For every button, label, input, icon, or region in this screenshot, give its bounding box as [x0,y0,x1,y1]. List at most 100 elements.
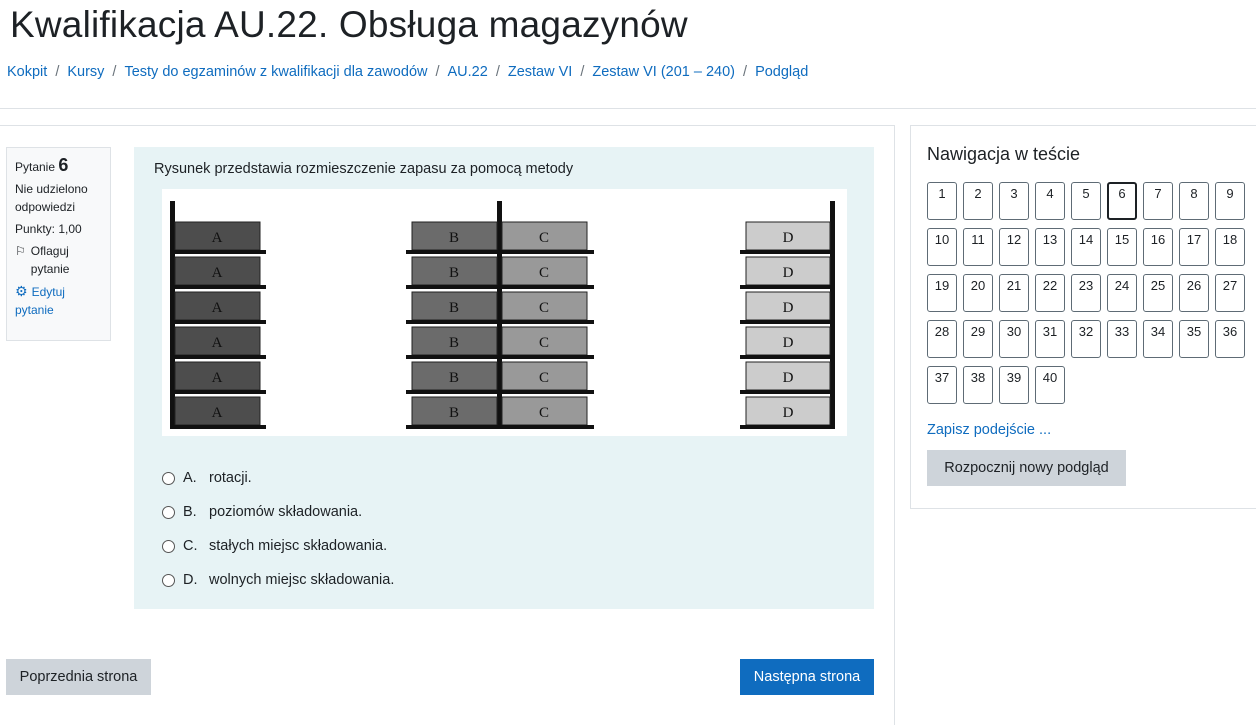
rack-a-post [170,201,175,429]
rack-b-label: B [449,230,459,246]
answer-option-d[interactable]: D. wolnych miejsc składowania. [162,563,394,597]
answer-radio-d[interactable] [162,573,175,587]
quiz-nav-button-15[interactable]: 15 [1107,228,1137,266]
rack-c-label: C [539,370,549,386]
answer-option-a[interactable]: A. rotacji. [162,461,394,495]
quiz-nav-button-37[interactable]: 37 [927,366,957,404]
rack-d-post [830,201,835,429]
finish-attempt-link[interactable]: Zapisz podejście ... [927,422,1051,438]
gear-icon: ⚙ [15,283,28,299]
question-number-label: Pytanie [15,160,56,174]
breadcrumb-separator: / [112,64,117,80]
rack-b-label: B [449,405,459,421]
breadcrumb-zestaw-vi[interactable]: Zestaw VI [508,64,572,80]
flag-question-link[interactable]: ⚐ Oflaguj pytanie [15,242,102,278]
breadcrumb-au22[interactable]: AU.22 [448,64,488,80]
quiz-nav-button-26[interactable]: 26 [1179,274,1209,312]
quiz-nav-button-25[interactable]: 25 [1143,274,1173,312]
rack-c-label: C [539,265,549,281]
question-points: Punkty: 1,00 [15,222,82,236]
quiz-nav-button-31[interactable]: 31 [1035,320,1065,358]
quiz-navigation-grid: 1 2 3 4 5 6 7 8 9 10 11 12 13 14 15 16 17 18 19 20 21 22 23 24 2… [927,182,1247,404]
quiz-nav-button-3[interactable]: 3 [999,182,1029,220]
quiz-nav-button-39[interactable]: 39 [999,366,1029,404]
quiz-nav-button-9[interactable]: 9 [1215,182,1245,220]
question-number-value: 6 [58,155,69,175]
answer-option-c[interactable]: C. stałych miejsc składowania. [162,529,394,563]
rack-d-shelf [740,425,835,429]
rack-d-shelf [740,390,835,394]
quiz-nav-button-19[interactable]: 19 [927,274,957,312]
quiz-nav-button-21[interactable]: 21 [999,274,1029,312]
previous-page-button[interactable]: Poprzednia strona [6,659,151,695]
quiz-nav-button-8[interactable]: 8 [1179,182,1209,220]
quiz-navigation-block: Nawigacja w teście 1 2 3 4 5 6 7 8 9 10 11 12 13 14 15… [910,125,1256,509]
quiz-nav-button-10[interactable]: 10 [927,228,957,266]
answer-letter: D. [183,572,198,588]
rack-bc-shelf [406,285,594,289]
rack-c-label: C [539,300,549,316]
answer-text: rotacji. [209,470,252,486]
rack-d-label: D [783,405,794,421]
quiz-nav-button-22[interactable]: 22 [1035,274,1065,312]
quiz-nav-button-34[interactable]: 34 [1143,320,1173,358]
breadcrumb-kursy[interactable]: Kursy [67,64,104,80]
quiz-nav-button-35[interactable]: 35 [1179,320,1209,358]
breadcrumb-testy[interactable]: Testy do egzaminów z kwalifikacji dla za… [124,64,427,80]
rack-d-shelf [740,355,835,359]
quiz-nav-button-16[interactable]: 16 [1143,228,1173,266]
rack-d-label: D [783,265,794,281]
rack-b-label: B [449,265,459,281]
quiz-nav-button-7[interactable]: 7 [1143,182,1173,220]
quiz-nav-button-12[interactable]: 12 [999,228,1029,266]
rack-a-shelf [170,285,266,289]
quiz-nav-button-17[interactable]: 17 [1179,228,1209,266]
edit-question-link[interactable]: ⚙ Edytuj pytanie [15,283,65,317]
quiz-nav-button-30[interactable]: 30 [999,320,1029,358]
page-title: Kwalifikacja AU.22. Obsługa magazynów [10,4,688,45]
quiz-nav-button-32[interactable]: 32 [1071,320,1101,358]
quiz-nav-button-14[interactable]: 14 [1071,228,1101,266]
quiz-nav-button-6[interactable]: 6 [1107,182,1137,220]
answer-text: wolnych miejsc składowania. [209,572,395,588]
quiz-nav-button-23[interactable]: 23 [1071,274,1101,312]
quiz-nav-button-27[interactable]: 27 [1215,274,1245,312]
quiz-nav-button-18[interactable]: 18 [1215,228,1245,266]
flag-question-label: Oflaguj pytanie [30,244,70,276]
quiz-nav-button-24[interactable]: 24 [1107,274,1137,312]
quiz-nav-button-13[interactable]: 13 [1035,228,1065,266]
breadcrumb-separator: / [743,64,748,80]
quiz-nav-button-38[interactable]: 38 [963,366,993,404]
rack-a-label: A [212,265,223,281]
rack-a-label: A [212,300,223,316]
quiz-nav-button-1[interactable]: 1 [927,182,957,220]
answer-radio-a[interactable] [162,471,175,485]
rack-c-label: C [539,230,549,246]
rack-d-label: D [783,300,794,316]
start-new-preview-button[interactable]: Rozpocznij nowy podgląd [927,450,1126,486]
quiz-nav-button-5[interactable]: 5 [1071,182,1101,220]
storage-racks-illustration: A A A A A A B C B C B C B C B C B C D D D D D D [170,201,835,429]
quiz-nav-button-40[interactable]: 40 [1035,366,1065,404]
next-page-button[interactable]: Następna strona [740,659,874,695]
breadcrumb-podglad[interactable]: Podgląd [755,64,808,80]
quiz-nav-button-11[interactable]: 11 [963,228,993,266]
answer-option-b[interactable]: B. poziomów składowania. [162,495,394,529]
answer-list: A. rotacji. B. poziomów składowania. C. … [162,461,394,597]
quiz-nav-button-4[interactable]: 4 [1035,182,1065,220]
rack-d-label: D [783,335,794,351]
breadcrumb-zestaw-vi-range[interactable]: Zestaw VI (201 – 240) [592,64,735,80]
answer-radio-b[interactable] [162,505,175,519]
question-status: Nie udzielono odpowiedzi [15,182,88,214]
question-info-panel: Pytanie 6 Nie udzielono odpowiedzi Punkt… [6,147,111,341]
quiz-nav-button-2[interactable]: 2 [963,182,993,220]
quiz-nav-button-33[interactable]: 33 [1107,320,1137,358]
quiz-nav-button-36[interactable]: 36 [1215,320,1245,358]
quiz-nav-button-29[interactable]: 29 [963,320,993,358]
answer-letter: B. [183,504,197,520]
quiz-nav-button-20[interactable]: 20 [963,274,993,312]
answer-text: stałych miejsc składowania. [209,538,388,554]
breadcrumb-kokpit[interactable]: Kokpit [7,64,47,80]
answer-radio-c[interactable] [162,539,175,553]
quiz-nav-button-28[interactable]: 28 [927,320,957,358]
